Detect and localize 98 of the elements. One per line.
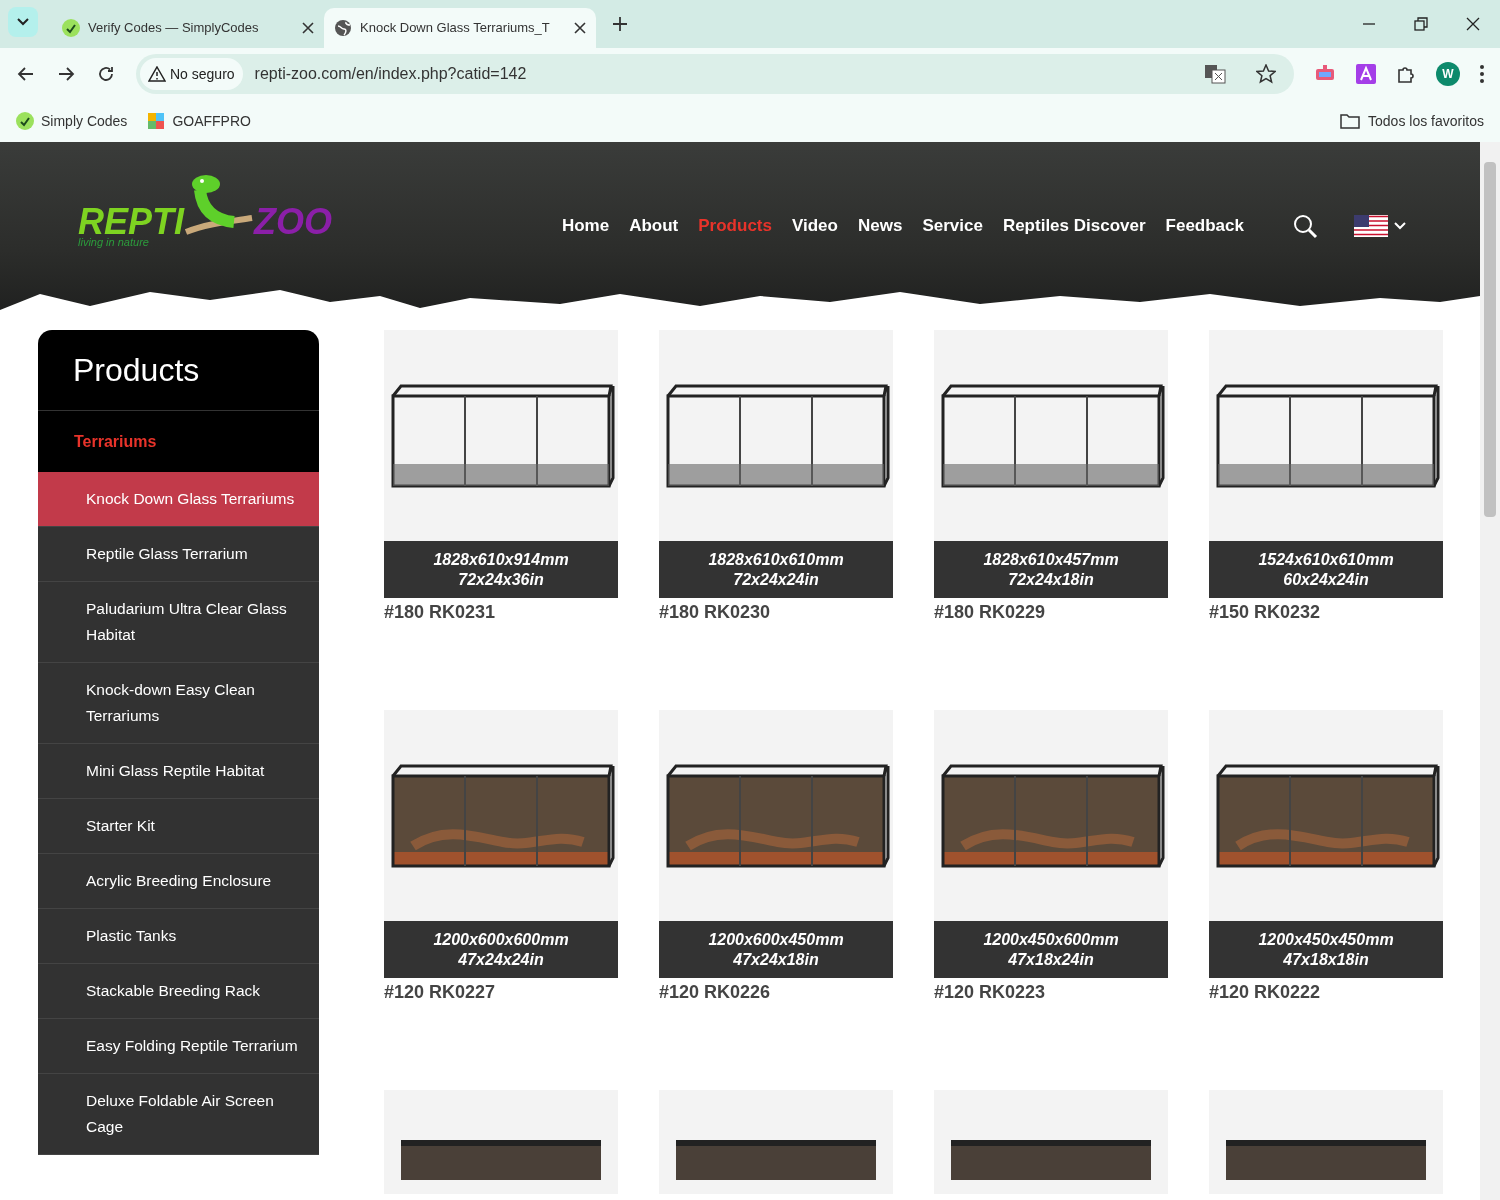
profile-avatar[interactable]: W [1436,62,1460,86]
extension-icon[interactable] [1356,64,1376,84]
translate-icon[interactable] [1204,64,1226,84]
nav-link[interactable]: Feedback [1165,213,1244,239]
size-in-text: 72x24x36in [458,569,544,590]
more-menu-icon[interactable] [1480,65,1484,83]
sidebar-item[interactable]: Starter Kit [38,799,319,854]
all-bookmarks-button[interactable]: Todos los favoritos [1340,110,1484,132]
size-mm-text: 1828x610x457mm [983,549,1119,570]
new-tab-icon[interactable] [612,16,628,32]
bookmark-link[interactable]: GOAFFPRO [147,110,251,132]
product-photo[interactable] [384,1090,618,1194]
product-code[interactable]: #120 RK0227 [384,980,618,1004]
size-in-text: 60x24x24in [1283,569,1369,590]
close-icon[interactable] [302,22,314,34]
tab-title: Verify Codes — SimplyCodes [88,19,260,38]
globe-icon [334,19,352,37]
all-bookmarks-label: Todos los favoritos [1368,111,1484,131]
sidebar-item[interactable]: Stackable Breeding Rack [38,964,319,1019]
flag-icon [1354,215,1388,237]
sidebar-item[interactable]: Reptile Glass Terrarium [38,527,319,582]
nav-link[interactable]: About [629,213,679,239]
product-photo[interactable] [659,1090,893,1194]
nav-link[interactable]: Video [791,213,838,239]
logo-tagline: living in nature [78,235,150,250]
sidebar-title: Products [73,351,200,390]
size-mm-text: 1200x450x450mm [1258,929,1394,950]
tab-title: Knock Down Glass Terrariums_T [360,19,551,38]
tab-search-icon[interactable] [8,7,38,37]
site-logo[interactable]: REPTI ZOO living in nature [78,170,332,251]
puzzle-piece-icon[interactable] [1396,64,1416,84]
sidebar-item[interactable]: Paludarium Ultra Clear Glass Habitat [38,582,319,663]
security-label: No seguro [170,64,235,84]
sidebar-item[interactable]: Mini Glass Reptile Habitat [38,744,319,799]
nav-link[interactable]: Home [561,213,610,239]
size-in-text: 47x18x18in [1283,949,1369,970]
product-photo[interactable] [934,330,1168,541]
chevron-down-icon [1394,222,1406,230]
size-mm-text: 1200x600x600mm [433,929,569,950]
close-icon[interactable] [1466,17,1480,31]
star-icon[interactable] [1256,64,1276,84]
size-mm-text: 1200x450x600mm [983,929,1119,950]
product-code[interactable]: #120 RK0223 [934,980,1168,1004]
product-photo[interactable] [384,710,618,921]
size-mm-text: 1200x600x450mm [708,929,844,950]
bookmark-label: Simply Codes [41,111,128,131]
security-chip[interactable]: No seguro [140,58,243,90]
product-photo[interactable] [934,1090,1168,1194]
restore-icon[interactable] [1414,17,1428,31]
product-code[interactable]: #120 RK0222 [1209,980,1443,1004]
bookmark-label: GOAFFPRO [172,111,251,131]
bookmark-link[interactable]: Simply Codes [16,110,128,132]
category-label: Terrariums [74,431,157,452]
search-icon[interactable] [1292,213,1318,239]
product-photo[interactable] [659,710,893,921]
product-photo[interactable] [659,330,893,541]
browser-tab[interactable]: Knock Down Glass Terrariums_T [324,8,596,48]
close-icon[interactable] [574,22,586,34]
reload-icon[interactable] [96,64,116,84]
size-in-text: 72x24x24in [733,569,819,590]
size-in-text: 47x18x24in [1008,949,1094,970]
product-photo[interactable] [934,710,1168,921]
size-in-text: 72x24x18in [1008,569,1094,590]
size-mm-text: 1524x610x610mm [1258,549,1394,570]
logo-text: ZOO [254,204,332,240]
url-text[interactable]: repti-zoo.com/en/index.php?catid=142 [254,62,1192,86]
simplycodes-logo-icon [16,112,34,130]
nav-link[interactable]: News [857,213,903,239]
nav-link[interactable]: Service [922,213,983,239]
sidebar-item[interactable]: Easy Folding Reptile Terrarium [38,1019,319,1074]
size-mm-text: 1828x610x914mm [433,549,569,570]
address-bar[interactable]: No seguro repti-zoo.com/en/index.php?catid=142 [136,54,1294,94]
sidebar-category[interactable]: Terrariums [38,410,319,472]
product-code[interactable]: #180 RK0230 [659,600,893,624]
size-in-text: 47x24x24in [458,949,544,970]
scrollbar[interactable] [1480,142,1500,1200]
product-code[interactable]: #180 RK0231 [384,600,618,624]
simplycodes-logo-icon [62,19,80,37]
sidebar-item[interactable]: Knock Down Glass Terrariums [38,472,319,527]
product-photo[interactable] [1209,710,1443,921]
size-mm-text: 1828x610x610mm [708,549,844,570]
product-photo[interactable] [1209,1090,1443,1194]
sidebar-item[interactable]: Deluxe Foldable Air Screen Cage [38,1074,319,1155]
product-code[interactable]: #150 RK0232 [1209,600,1443,624]
folder-icon [1340,113,1361,129]
nav-link[interactable]: Reptiles Discover [1002,213,1146,239]
product-photo[interactable] [1209,330,1443,541]
product-code[interactable]: #120 RK0226 [659,980,893,1004]
product-photo[interactable] [384,330,618,541]
warning-icon [148,66,166,82]
sidebar-item[interactable]: Plastic Tanks [38,909,319,964]
sidebar-item[interactable]: Knock-down Easy Clean Terrariums [38,663,319,744]
puzzle-icon [147,112,166,130]
sidebar-item[interactable]: Acrylic Breeding Enclosure [38,854,319,909]
size-in-text: 47x24x18in [733,949,819,970]
language-selector[interactable] [1354,215,1406,237]
browser-tab[interactable]: Verify Codes — SimplyCodes [52,8,324,48]
product-code[interactable]: #180 RK0229 [934,600,1168,624]
